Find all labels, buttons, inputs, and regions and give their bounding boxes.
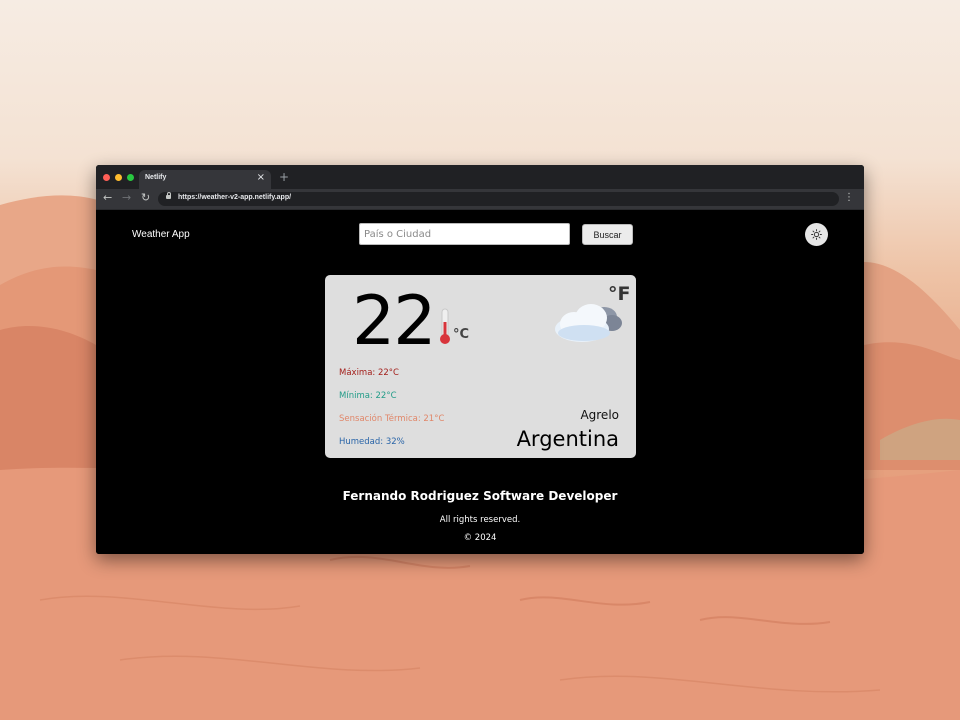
lock-icon [166,192,171,199]
humidity: Humedad: 32% [339,437,405,447]
minimize-window-button[interactable] [115,174,122,181]
country-name: Argentina [516,427,619,451]
theme-toggle-button[interactable] [805,223,828,246]
current-temperature: 22 [352,282,437,361]
tab-title: Netlify [145,174,167,181]
celsius-unit: °C [453,327,470,342]
tab-close-icon[interactable]: × [257,172,265,183]
max-temperature: Máxima: 22°C [339,368,399,378]
forward-icon[interactable]: → [122,191,131,204]
tab-bar: Netlify × + [96,165,864,189]
weather-app-page: Weather App Buscar 22 °C °F [96,210,864,554]
footer-title: Fernando Rodriguez Software Developer [342,489,618,503]
feels-like-temperature: Sensación Térmica: 21°C [339,414,445,424]
city-name: Agrelo [580,408,619,422]
footer-copyright: © 2024 [463,533,497,543]
browser-menu-icon[interactable]: ⋮ [844,192,854,203]
cloud-icon [555,304,622,342]
sun-icon [811,229,822,240]
thermometer-icon [440,308,450,344]
back-icon[interactable]: ← [103,191,112,204]
weather-card: 22 °C °F Máxima: 22°C Mínima: 22°C Sensa… [325,275,636,458]
footer-rights: All rights reserved. [439,515,521,525]
close-window-button[interactable] [103,174,110,181]
min-temperature: Mínima: 22°C [339,391,397,401]
address-url: https://weather-v2-app.netlify.app/ [178,194,292,201]
app-brand[interactable]: Weather App [132,229,190,240]
maximize-window-button[interactable] [127,174,134,181]
search-input[interactable] [359,223,570,245]
browser-tab[interactable]: Netlify × [139,170,271,189]
browser-toolbar: ← → ↻ https://weather-v2-app.netlify.app… [96,189,864,210]
address-bar[interactable]: https://weather-v2-app.netlify.app/ [158,192,839,206]
search-button[interactable]: Buscar [582,224,633,245]
new-tab-icon[interactable]: + [279,170,289,184]
reload-icon[interactable]: ↻ [141,191,150,204]
browser-window: Netlify × + ← → ↻ https://weather-v2-app… [96,165,864,554]
